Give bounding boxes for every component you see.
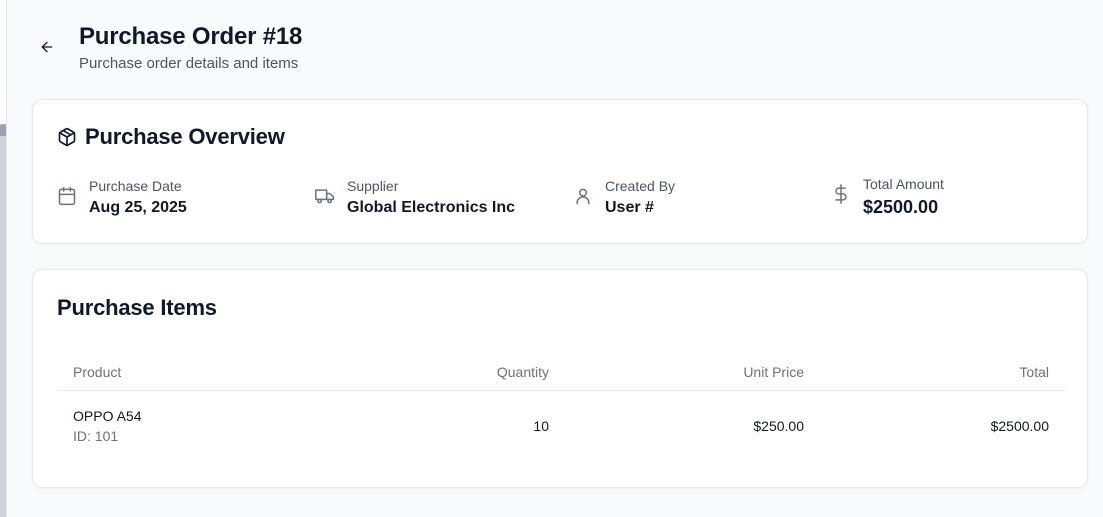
purchase-date-value: Aug 25, 2025 <box>89 199 187 216</box>
package-icon <box>57 127 77 147</box>
truck-icon <box>315 186 335 206</box>
unit-price-cell: $250.00 <box>753 418 804 435</box>
purchase-date-field: Purchase Date Aug 25, 2025 <box>57 177 187 217</box>
dollar-icon <box>831 184 851 204</box>
total-amount-label: Total Amount <box>863 176 944 192</box>
page-subtitle: Purchase order details and items <box>79 55 299 72</box>
created-by-field: Created By User # <box>573 177 675 217</box>
product-cell: OPPO A54 ID: 101 <box>57 390 387 462</box>
table-header-row: Product Quantity Unit Price Total <box>57 354 1065 391</box>
product-name: OPPO A54 <box>73 408 142 425</box>
purchase-overview-card: Purchase Overview Purchase Date Aug 25, … <box>32 99 1088 244</box>
quantity-cell: 10 <box>533 418 549 435</box>
overview-title: Purchase Overview <box>85 124 285 149</box>
supplier-field: Supplier Global Electronics Inc <box>315 177 515 217</box>
page-title: Purchase Order #18 <box>79 23 303 50</box>
column-header-total: Total <box>820 354 1065 391</box>
page: Purchase Order #18 Purchase order detail… <box>0 0 1103 517</box>
left-panel-edge <box>0 0 7 517</box>
product-id: ID: 101 <box>73 428 119 445</box>
column-header-product: Product <box>57 354 387 391</box>
page-header: Purchase Order #18 Purchase order detail… <box>38 22 302 72</box>
purchase-items-card: Purchase Items Product Quantity Unit Pri… <box>32 269 1088 488</box>
created-by-value: User # <box>605 199 654 216</box>
purchase-date-label: Purchase Date <box>89 178 182 194</box>
created-by-label: Created By <box>605 178 676 194</box>
scrollbar-track[interactable] <box>0 136 6 517</box>
overview-heading: Purchase Overview <box>57 124 285 150</box>
supplier-value: Global Electronics Inc <box>347 199 516 216</box>
supplier-label: Supplier <box>347 178 399 194</box>
back-button[interactable] <box>38 38 56 56</box>
items-table: Product Quantity Unit Price Total OPPO A… <box>57 354 1065 462</box>
total-amount-value: $2500.00 <box>863 197 939 217</box>
arrow-left-icon <box>41 41 53 53</box>
column-header-quantity: Quantity <box>387 354 565 391</box>
overview-fields: Purchase Date Aug 25, 2025 Supplier Glob… <box>57 175 1063 221</box>
items-title: Purchase Items <box>57 295 217 320</box>
calendar-icon <box>57 186 77 206</box>
total-amount-field: Total Amount $2500.00 <box>831 175 944 218</box>
user-icon <box>573 186 593 206</box>
total-cell: $2500.00 <box>990 418 1049 435</box>
table-row: OPPO A54 ID: 101 10 $250.00 $2500.00 <box>57 390 1065 462</box>
column-header-unit-price: Unit Price <box>565 354 820 391</box>
